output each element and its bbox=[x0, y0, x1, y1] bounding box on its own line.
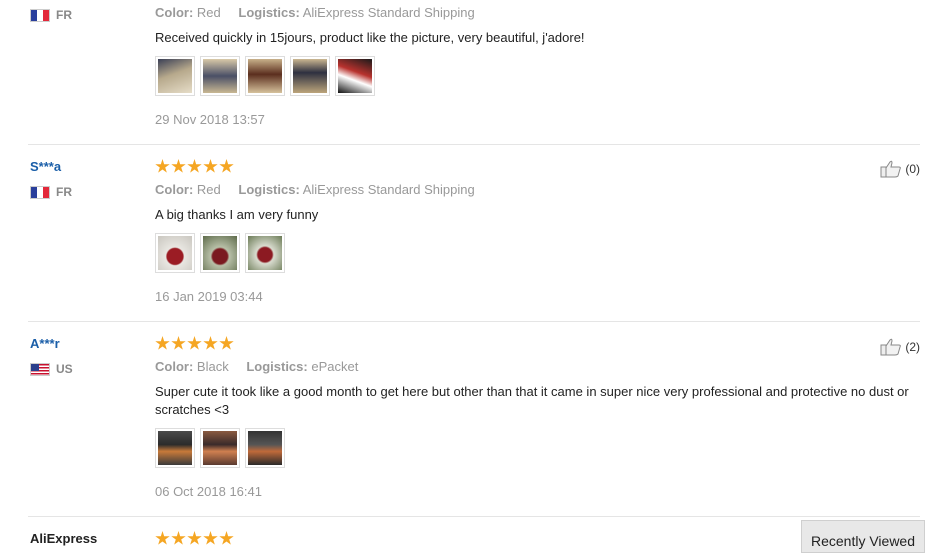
review-attributes: Color: Black Logistics: ePacket bbox=[155, 359, 359, 374]
helpful-button[interactable]: (0) bbox=[880, 160, 920, 178]
france-flag-icon bbox=[30, 185, 50, 199]
review-text: A big thanks I am very funny bbox=[155, 207, 319, 222]
star-icon bbox=[187, 531, 202, 545]
star-icon bbox=[171, 336, 186, 350]
review-photo[interactable] bbox=[200, 428, 240, 468]
star-icon bbox=[203, 336, 218, 350]
star-icon bbox=[187, 336, 202, 350]
usa-flag-icon bbox=[30, 362, 50, 376]
star-rating bbox=[155, 159, 234, 174]
reviewer-name: A***r bbox=[30, 336, 60, 351]
star-icon bbox=[203, 531, 218, 545]
divider bbox=[28, 516, 920, 517]
france-flag-icon bbox=[30, 8, 50, 22]
review-photos bbox=[155, 233, 285, 273]
recently-viewed-button[interactable]: Recently Viewed bbox=[801, 520, 925, 553]
review-attributes: Color: Red Logistics: AliExpress Standar… bbox=[155, 182, 475, 197]
review-photo[interactable] bbox=[155, 428, 195, 468]
helpful-button[interactable]: (2) bbox=[880, 338, 920, 356]
review-photo[interactable] bbox=[155, 56, 195, 96]
review-photos bbox=[155, 428, 285, 468]
star-icon bbox=[203, 159, 218, 173]
review-photo[interactable] bbox=[290, 56, 330, 96]
country: FR bbox=[30, 8, 72, 22]
reviewer-name: S***a bbox=[30, 159, 62, 174]
review-photo[interactable] bbox=[155, 233, 195, 273]
star-icon bbox=[155, 531, 170, 545]
star-icon bbox=[219, 336, 234, 350]
review-date: 06 Oct 2018 16:41 bbox=[155, 484, 262, 499]
thumbs-up-icon bbox=[880, 160, 902, 178]
star-rating bbox=[155, 336, 234, 351]
star-icon bbox=[219, 159, 234, 173]
star-icon bbox=[171, 531, 186, 545]
review-photo[interactable] bbox=[245, 233, 285, 273]
divider bbox=[28, 321, 920, 322]
star-icon bbox=[155, 159, 170, 173]
review-photo[interactable] bbox=[200, 233, 240, 273]
star-rating bbox=[155, 531, 234, 546]
thumbs-up-icon bbox=[880, 338, 902, 356]
country: US bbox=[30, 362, 73, 376]
review-date: 29 Nov 2018 13:57 bbox=[155, 112, 265, 127]
star-icon bbox=[171, 159, 186, 173]
review-attributes: Color: Red Logistics: AliExpress Standar… bbox=[155, 5, 475, 20]
reviewer-name: AliExpress bbox=[30, 531, 98, 546]
review-text: Super cute it took like a good month to … bbox=[155, 384, 909, 417]
star-icon bbox=[155, 336, 170, 350]
review-text: Received quickly in 15jours, product lik… bbox=[155, 30, 585, 45]
review-date: 16 Jan 2019 03:44 bbox=[155, 289, 263, 304]
review-photo[interactable] bbox=[335, 56, 375, 96]
star-icon bbox=[187, 159, 202, 173]
review-photo[interactable] bbox=[200, 56, 240, 96]
country: FR bbox=[30, 185, 72, 199]
star-icon bbox=[219, 531, 234, 545]
review-photo[interactable] bbox=[245, 428, 285, 468]
review-photo[interactable] bbox=[245, 56, 285, 96]
divider bbox=[28, 144, 920, 145]
review-photos bbox=[155, 56, 375, 96]
